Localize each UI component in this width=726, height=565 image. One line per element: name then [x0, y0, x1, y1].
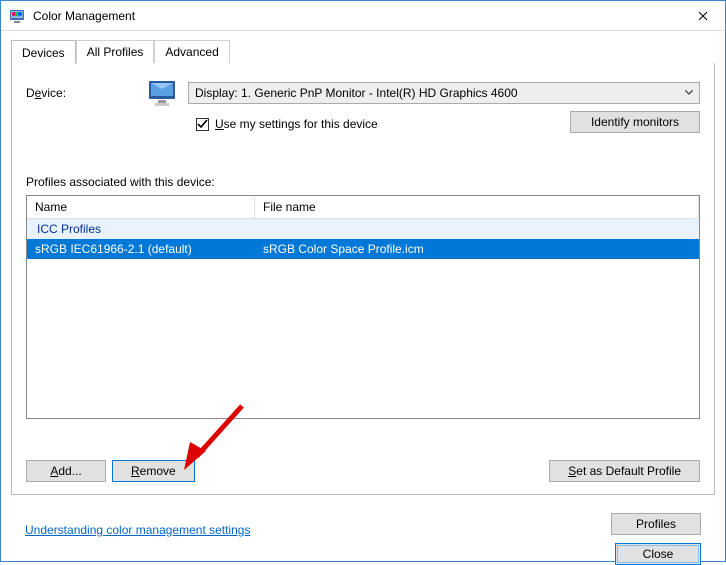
- tab-strip: Devices All Profiles Advanced: [11, 39, 725, 63]
- window-title: Color Management: [33, 9, 680, 23]
- profiles-list[interactable]: Name File name ICC Profiles sRGB IEC6196…: [26, 195, 700, 419]
- add-button[interactable]: Add...: [26, 460, 106, 482]
- profiles-label: Profiles associated with this device:: [26, 175, 700, 189]
- monitor-icon: [146, 77, 178, 109]
- remove-button[interactable]: Remove: [112, 460, 195, 482]
- panel-buttons-left: Add... Remove: [26, 460, 195, 482]
- footer: Understanding color management settings …: [11, 505, 715, 565]
- list-header: Name File name: [27, 196, 699, 219]
- tab-all-profiles[interactable]: All Profiles: [76, 40, 155, 63]
- list-group-icc: ICC Profiles: [27, 219, 699, 239]
- chevron-down-icon: [685, 90, 693, 96]
- close-icon: [698, 11, 708, 21]
- device-dropdown[interactable]: Display: 1. Generic PnP Monitor - Intel(…: [188, 82, 700, 104]
- panel-buttons-right: Set as Default Profile: [549, 460, 700, 482]
- window-close-button[interactable]: [680, 1, 725, 30]
- help-link[interactable]: Understanding color management settings: [25, 523, 250, 537]
- tab-panel-devices: Device: Display: 1. Generic PnP Monitor …: [11, 63, 715, 495]
- cell-profile-file: sRGB Color Space Profile.icm: [255, 239, 699, 259]
- column-name[interactable]: Name: [27, 196, 255, 218]
- tab-advanced[interactable]: Advanced: [154, 40, 229, 63]
- title-bar: Color Management: [1, 1, 725, 31]
- checkbox-icon: [196, 118, 209, 131]
- device-selected-text: Display: 1. Generic PnP Monitor - Intel(…: [195, 86, 518, 100]
- profiles-button[interactable]: Profiles: [611, 513, 701, 535]
- device-label: Device:: [26, 86, 136, 100]
- device-row: Device: Display: 1. Generic PnP Monitor …: [26, 77, 700, 109]
- cell-profile-name: sRGB IEC61966-2.1 (default): [27, 239, 255, 259]
- tab-devices[interactable]: Devices: [11, 40, 76, 64]
- identify-monitors-button[interactable]: Identify monitors: [570, 111, 700, 133]
- column-filename[interactable]: File name: [255, 196, 699, 218]
- set-default-profile-button[interactable]: Set as Default Profile: [549, 460, 700, 482]
- app-icon: [9, 8, 25, 24]
- list-row-selected[interactable]: sRGB IEC61966-2.1 (default) sRGB Color S…: [27, 239, 699, 259]
